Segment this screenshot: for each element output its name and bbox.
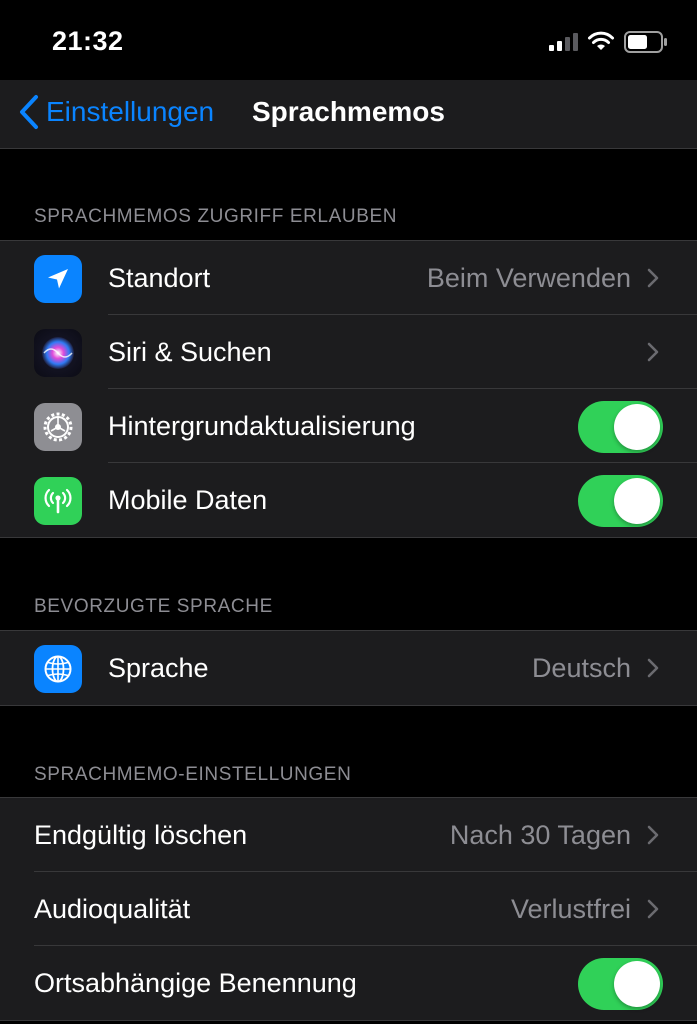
cellular-signal-icon: [549, 33, 579, 51]
row-siri[interactable]: Siri & Suchen: [0, 315, 697, 389]
row-label: Ortsabhängige Benennung: [34, 967, 357, 998]
row-value: Deutsch: [531, 652, 631, 683]
status-time: 21:32: [52, 26, 124, 56]
settings-group-access: Standort Beim Verwenden Siri & Suchen Hi…: [0, 240, 697, 538]
row-value: Nach 30 Tagen: [449, 819, 631, 850]
navigation-bar: Einstellungen Sprachmemos: [0, 80, 697, 149]
battery-icon: [624, 31, 667, 53]
section-header-voice-memo-settings: SPRACHMEMO-EINSTELLUNGEN: [34, 764, 352, 785]
row-endgueltig-loeschen[interactable]: Endgültig löschen Nach 30 Tagen: [0, 798, 697, 872]
row-value: Beim Verwenden: [426, 262, 631, 293]
antenna-icon: [34, 477, 82, 525]
section-header-access: SPRACHMEMOS ZUGRIFF ERLAUBEN: [34, 206, 398, 227]
row-label: Sprache: [108, 652, 209, 683]
section-header-language: BEVORZUGTE SPRACHE: [34, 596, 273, 617]
back-button[interactable]: Einstellungen: [18, 92, 214, 132]
toggle-knob: [614, 961, 660, 1007]
toggle-knob: [614, 404, 660, 450]
chevron-right-icon: [647, 899, 659, 919]
row-mobile-daten: Mobile Daten: [0, 463, 697, 537]
page-title: Sprachmemos: [252, 96, 445, 127]
row-label: Mobile Daten: [108, 484, 268, 515]
gear-icon: [34, 403, 82, 451]
toggle-knob: [614, 478, 660, 524]
status-bar: 21:32: [0, 0, 697, 80]
globe-icon: [34, 645, 82, 693]
siri-icon: [34, 329, 82, 377]
row-standort[interactable]: Standort Beim Verwenden: [0, 241, 697, 315]
location-arrow-icon: [34, 255, 82, 303]
settings-group-language: Sprache Deutsch: [0, 630, 697, 706]
row-label: Audioqualität: [34, 893, 191, 924]
row-value: Verlustfrei: [510, 893, 631, 924]
chevron-right-icon: [647, 268, 659, 288]
row-audioqualitaet[interactable]: Audioqualität Verlustfrei: [0, 872, 697, 946]
chevron-right-icon: [647, 342, 659, 362]
row-hintergrundaktualisierung: Hintergrundaktualisierung: [0, 389, 697, 463]
background-refresh-toggle[interactable]: [578, 401, 663, 453]
back-label: Einstellungen: [46, 96, 215, 127]
wifi-icon: [588, 31, 614, 50]
chevron-right-icon: [647, 825, 659, 845]
row-label: Siri & Suchen: [108, 336, 272, 367]
row-label: Hintergrundaktualisierung: [108, 410, 416, 441]
chevron-left-icon: [20, 95, 38, 129]
location-naming-toggle[interactable]: [578, 958, 663, 1010]
mobile-data-toggle[interactable]: [578, 475, 663, 527]
row-label: Standort: [108, 262, 211, 293]
row-label: Endgültig löschen: [34, 819, 248, 850]
chevron-right-icon: [647, 658, 659, 678]
row-sprache[interactable]: Sprache Deutsch: [0, 631, 697, 705]
row-ortsabhaengige-benennung: Ortsabhängige Benennung: [0, 946, 697, 1020]
settings-group-voice-memo: Endgültig löschen Nach 30 Tagen Audioqua…: [0, 797, 697, 1021]
